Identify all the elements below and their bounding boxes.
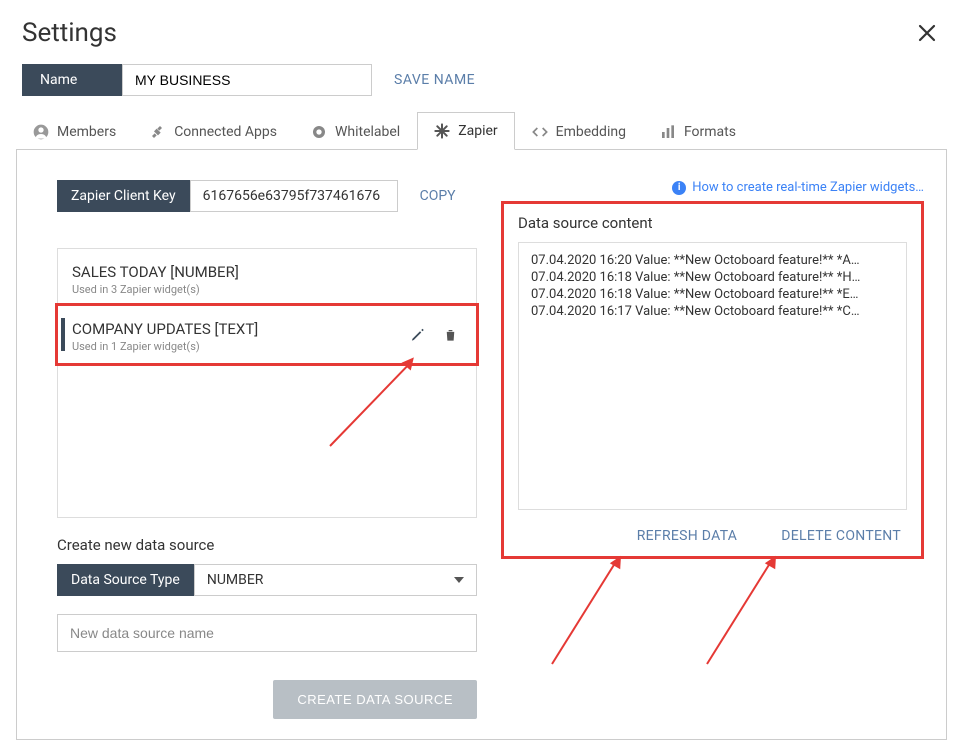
help-link[interactable]: i How to create real-time Zapier widgets… [501,180,924,195]
help-link-text: How to create real-time Zapier widgets… [692,180,924,195]
save-name-button[interactable]: SAVE NAME [394,72,475,88]
zapier-key-label: Zapier Client Key [57,180,190,212]
close-icon[interactable] [917,23,937,43]
data-source-item-selected[interactable]: COMPANY UPDATES [TEXT] Used in 1 Zapier … [55,303,479,366]
asterisk-icon [434,123,450,139]
type-select[interactable]: NUMBER [194,564,477,596]
data-source-title: SALES TODAY [NUMBER] [72,263,462,281]
new-data-source-name-input[interactable] [57,614,477,652]
data-source-content-panel: Data source content 07.04.2020 16:20 Val… [501,201,924,559]
zapier-key-value: 6167656e63795f737461676 [190,180,398,212]
content-row: 07.04.2020 16:18 Value: **New Octoboard … [531,270,894,287]
refresh-data-button[interactable]: REFRESH DATA [637,528,738,544]
tab-zapier[interactable]: Zapier [417,112,514,150]
chevron-down-icon [454,577,464,583]
content-row: 07.04.2020 16:17 Value: **New Octoboard … [531,304,894,321]
page-title: Settings [22,18,117,48]
content-row: 07.04.2020 16:20 Value: **New Octoboard … [531,253,894,270]
tab-label: Zapier [458,123,497,139]
copy-key-button[interactable]: COPY [420,188,456,204]
tab-label: Formats [684,124,736,140]
tab-label: Members [57,124,116,140]
tab-members[interactable]: Members [16,113,133,150]
type-value: NUMBER [207,572,264,588]
tab-connected-apps[interactable]: Connected Apps [133,113,294,150]
tab-embedding[interactable]: Embedding [515,113,643,150]
create-heading: Create new data source [57,536,477,554]
data-source-item[interactable]: SALES TODAY [NUMBER] Used in 3 Zapier wi… [58,249,476,306]
content-row: 07.04.2020 16:18 Value: **New Octoboard … [531,287,894,304]
type-label: Data Source Type [57,564,194,596]
tab-label: Embedding [556,124,626,140]
content-rows: 07.04.2020 16:20 Value: **New Octoboard … [518,242,907,510]
business-name-input[interactable] [122,64,372,96]
info-icon: i [672,181,686,195]
selection-indicator [61,318,65,351]
bars-icon [660,124,676,140]
person-icon [33,124,49,140]
plug-icon [150,124,166,140]
content-title: Data source content [518,214,907,232]
tab-label: Connected Apps [174,124,277,140]
badge-icon [311,124,327,140]
tab-formats[interactable]: Formats [643,113,753,150]
code-icon [532,124,548,140]
data-source-list: SALES TODAY [NUMBER] Used in 3 Zapier wi… [57,248,477,518]
delete-content-button[interactable]: DELETE CONTENT [781,528,901,544]
create-data-source-button[interactable]: CREATE DATA SOURCE [273,680,477,719]
data-source-title: COMPANY UPDATES [TEXT] [72,320,462,338]
name-label: Name [22,64,122,96]
tab-whitelabel[interactable]: Whitelabel [294,113,417,150]
data-source-sub: Used in 3 Zapier widget(s) [72,283,462,296]
tab-label: Whitelabel [335,124,400,140]
trash-icon[interactable] [443,327,458,342]
data-source-sub: Used in 1 Zapier widget(s) [72,340,462,353]
edit-icon[interactable] [410,327,425,342]
tabs-bar: Members Connected Apps Whitelabel Zapier… [0,112,963,150]
